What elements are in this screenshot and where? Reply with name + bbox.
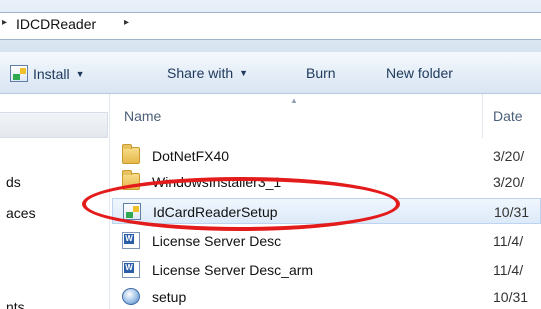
installer-icon	[123, 203, 141, 220]
install-button[interactable]: Install ▼	[10, 65, 85, 82]
installer-icon	[10, 65, 28, 82]
file-date: 10/31	[493, 289, 529, 305]
file-name: DotNetFX40	[152, 148, 230, 164]
chevron-down-icon: ▼	[75, 68, 85, 79]
nav-item-downloads[interactable]: ds	[6, 174, 21, 190]
file-name: IdCardReaderSetup	[153, 204, 278, 220]
file-row[interactable]: License Server Desc 11/4/	[112, 228, 541, 254]
file-row[interactable]: WindowsInstaller3_1 3/20/	[112, 169, 541, 195]
burn-button[interactable]: Burn	[306, 65, 336, 81]
file-row[interactable]: setup 10/31	[112, 284, 541, 309]
column-header-date[interactable]: Date	[493, 108, 523, 124]
column-header-name[interactable]: Name	[124, 108, 161, 124]
file-date: 10/31	[494, 204, 530, 220]
command-bar: Install ▼ Share with ▼ Burn New folder	[0, 52, 541, 94]
navigation-pane: ds aces nts	[0, 94, 110, 309]
file-name: License Server Desc	[152, 233, 282, 249]
column-divider[interactable]	[482, 94, 483, 138]
share-with-button[interactable]: Share with ▼	[167, 65, 248, 81]
file-row[interactable]: DotNetFX40 3/20/	[112, 143, 541, 169]
file-date: 11/4/	[493, 262, 524, 278]
file-name: WindowsInstaller3_1	[152, 174, 282, 190]
word-document-icon	[122, 232, 140, 249]
file-name: setup	[152, 289, 187, 305]
word-document-icon	[122, 261, 140, 278]
sort-ascending-icon: ▲	[290, 96, 298, 105]
new-folder-label: New folder	[386, 65, 453, 81]
file-date: 11/4/	[493, 233, 524, 249]
file-row[interactable]: License Server Desc_arm 11/4/	[112, 257, 541, 283]
burn-label: Burn	[306, 65, 336, 81]
breadcrumb-chevron-icon[interactable]: ▸	[124, 17, 129, 28]
nav-item-documents[interactable]: nts	[6, 299, 25, 309]
column-header-row: ▲ Name Date	[112, 94, 541, 138]
chevron-down-icon: ▼	[239, 68, 249, 78]
breadcrumb-separator-icon[interactable]: ▸	[2, 17, 7, 28]
nav-item-recent-places[interactable]: aces	[6, 205, 36, 221]
setup-icon	[122, 288, 140, 305]
address-bar[interactable]: ▸ IDCDReader ▸	[0, 0, 541, 52]
share-with-label: Share with	[167, 65, 234, 81]
breadcrumb-folder[interactable]: IDCDReader	[16, 16, 96, 32]
file-date: 3/20/	[493, 174, 525, 190]
nav-selected-item[interactable]	[0, 112, 108, 138]
new-folder-button[interactable]: New folder	[386, 65, 453, 81]
folder-icon	[122, 170, 140, 190]
install-label: Install	[33, 65, 70, 82]
file-row-selected[interactable]: IdCardReaderSetup 10/31	[112, 198, 541, 224]
folder-icon	[122, 144, 140, 164]
file-date: 3/20/	[493, 148, 525, 164]
file-name: License Server Desc_arm	[152, 262, 314, 278]
